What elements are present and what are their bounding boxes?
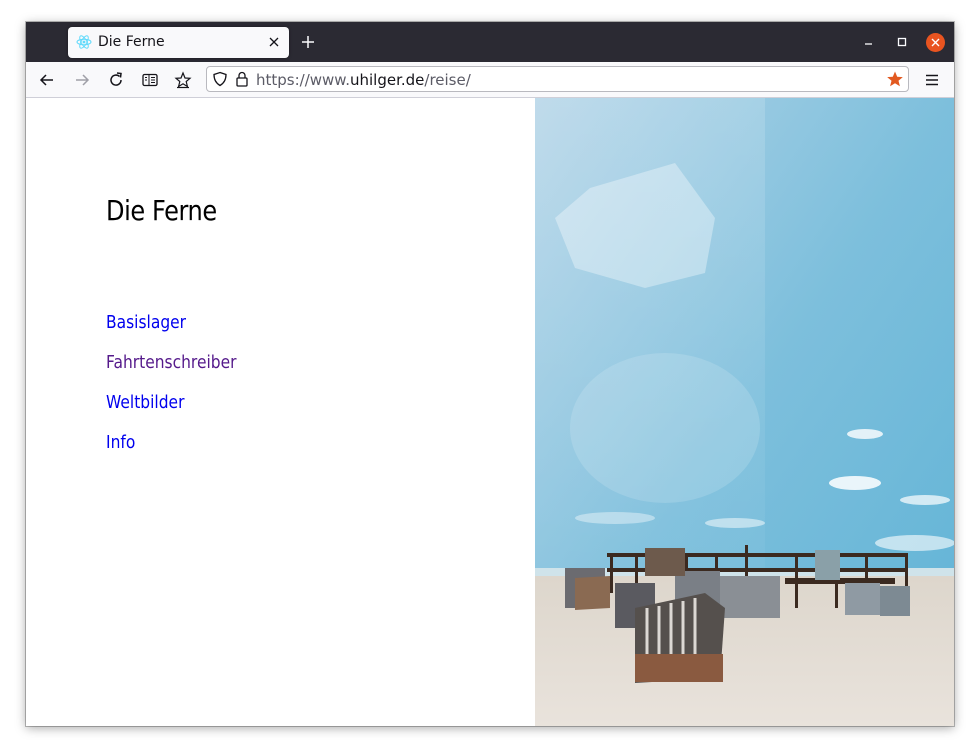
forward-arrow-icon[interactable] [73, 71, 91, 89]
nav-item: Weltbilder [106, 392, 258, 432]
nav-item: Basislager [106, 312, 258, 352]
nav-link-weltbilder[interactable]: Weltbilder [106, 392, 184, 413]
nav-link-info[interactable]: Info [106, 432, 135, 453]
close-window-icon[interactable] [926, 33, 945, 52]
bookmark-star-icon[interactable] [886, 70, 904, 88]
maximize-icon[interactable] [894, 34, 910, 50]
lock-icon[interactable] [234, 70, 250, 88]
url-prefix: https://www. [256, 71, 350, 89]
browser-window: Die Ferne https://www.uhilger.de/reise/ … [26, 22, 954, 726]
nav-item: Fahrtenschreiber [106, 352, 258, 392]
tab-die-ferne[interactable]: Die Ferne [68, 27, 289, 58]
tab-close-icon[interactable] [267, 35, 281, 49]
nav-link-basislager[interactable]: Basislager [106, 312, 186, 333]
title-bar: Die Ferne [26, 22, 954, 62]
hamburger-menu-icon[interactable] [923, 71, 941, 89]
navigation-toolbar: https://www.uhilger.de/reise/ [26, 62, 954, 98]
url-domain: uhilger.de [349, 71, 425, 89]
page-title: Die Ferne [106, 194, 217, 227]
back-arrow-icon[interactable] [38, 71, 56, 89]
nav-item: Info [106, 432, 258, 472]
tab-title: Die Ferne [98, 34, 165, 50]
beach-chairs-photo [535, 98, 954, 726]
url-text[interactable]: https://www.uhilger.de/reise/ [256, 71, 471, 89]
url-path: /reise/ [424, 71, 471, 89]
left-pane: Die Ferne Basislager Fahrtenschreiber We… [26, 98, 535, 726]
new-tab-icon[interactable] [298, 32, 318, 52]
shield-icon[interactable] [212, 71, 228, 87]
reload-icon[interactable] [107, 71, 125, 89]
page-content: Die Ferne Basislager Fahrtenschreiber We… [26, 98, 954, 726]
bookmarks-star-list-icon[interactable] [174, 71, 192, 89]
reader-view-icon[interactable] [141, 71, 159, 89]
react-favicon-icon [76, 35, 92, 49]
nav-link-fahrtenschreiber[interactable]: Fahrtenschreiber [106, 352, 237, 373]
site-navigation: Basislager Fahrtenschreiber Weltbilder I… [106, 312, 258, 472]
minimize-icon[interactable] [861, 34, 877, 50]
url-bar[interactable]: https://www.uhilger.de/reise/ [206, 66, 909, 92]
